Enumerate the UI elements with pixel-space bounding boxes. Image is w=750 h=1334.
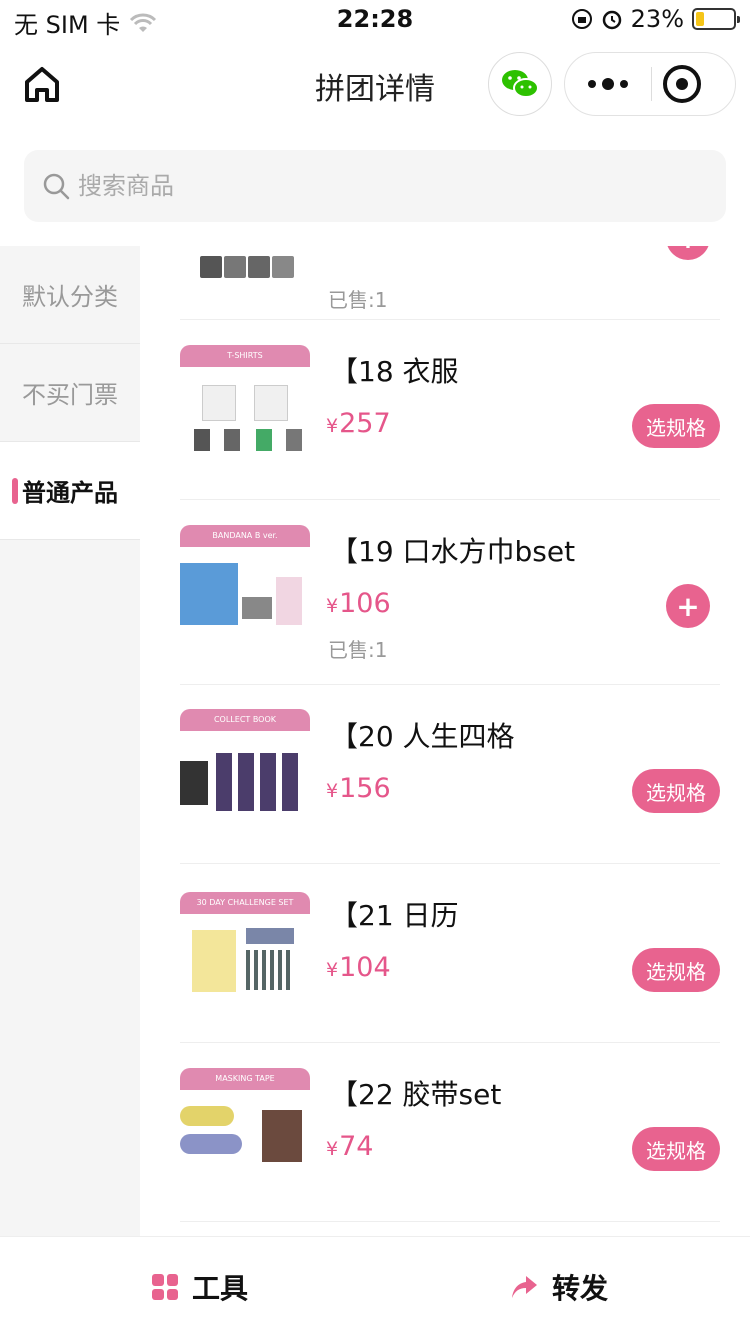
price-value: 156 (339, 773, 391, 804)
product-thumbnail[interactable]: MASKING TAPE (180, 1068, 310, 1198)
currency-symbol: ¥ (326, 415, 339, 437)
thumbnail-label: 30 DAY CHALLENGE SET (180, 892, 310, 914)
category-sidebar: 默认分类 不买门票 普通产品 (0, 246, 140, 1236)
battery-percent: 23% (630, 5, 684, 33)
product-item[interactable]: BANDANA B ver. 【19 口水方巾bset ¥106 已售:1 + (180, 500, 720, 685)
choose-spec-button[interactable]: 选规格 (632, 1127, 720, 1171)
more-button[interactable] (565, 53, 651, 115)
currency-symbol: ¥ (326, 595, 339, 617)
battery-icon (692, 8, 740, 30)
product-name: 【18 衣服 (330, 355, 459, 388)
price-value: 106 (339, 588, 391, 619)
capsule-divider (651, 67, 652, 101)
product-item[interactable]: MASKING TAPE 【22 胶带set ¥74 选规格 (180, 1043, 720, 1222)
thumbnail-label: T-SHIRTS (180, 345, 310, 367)
currency-symbol: ¥ (326, 1138, 339, 1160)
product-thumbnail[interactable]: BANDANA B ver. (180, 525, 310, 655)
mini-program-capsule (564, 52, 736, 116)
thumbnail-label: MASKING TAPE (180, 1068, 310, 1090)
price-value: 74 (339, 1131, 374, 1162)
sidebar-item-label: 普通产品 (22, 479, 118, 507)
currency-symbol: ¥ (326, 780, 339, 802)
choose-spec-button[interactable]: 选规格 (632, 404, 720, 448)
status-right: 23% (571, 5, 740, 33)
thumbnail-label: COLLECT BOOK (180, 709, 310, 731)
tools-button[interactable]: 工具 (152, 1267, 248, 1307)
choose-spec-button[interactable]: 选规格 (632, 769, 720, 813)
wechat-share-button[interactable] (488, 52, 552, 116)
product-item[interactable]: COLLECT BOOK 【20 人生四格 ¥156 选规格 (180, 685, 720, 864)
search-icon (43, 173, 70, 200)
search-input[interactable] (78, 172, 678, 200)
close-mini-program-button[interactable] (663, 65, 701, 103)
product-thumbnail[interactable]: 30 DAY CHALLENGE SET (180, 892, 310, 1022)
product-name: 【22 胶带set (330, 1078, 502, 1111)
choose-spec-button[interactable]: 选规格 (632, 948, 720, 992)
share-button[interactable]: 转发 (510, 1267, 608, 1307)
share-label: 转发 (552, 1272, 609, 1305)
product-sold-count: 已售:1 (328, 288, 388, 312)
product-name: 【21 日历 (330, 899, 459, 932)
product-price: ¥74 (326, 1131, 373, 1162)
status-bar: 无 SIM 卡 22:28 23% (0, 0, 750, 40)
bottom-bar: 工具 转发 (0, 1236, 750, 1334)
product-item[interactable]: T-SHIRTS 【18 衣服 ¥257 选规格 (180, 320, 720, 500)
product-item[interactable]: 已售:1 + (180, 246, 720, 320)
sidebar-item-label: 默认分类 (22, 283, 118, 311)
price-value: 257 (339, 408, 391, 439)
product-price: ¥106 (326, 588, 391, 619)
tools-label: 工具 (192, 1272, 249, 1305)
sidebar-item-regular-products[interactable]: 普通产品 (0, 442, 140, 540)
share-arrow-icon (512, 1276, 537, 1298)
alarm-icon (602, 10, 621, 30)
wechat-icon (502, 70, 539, 98)
product-item[interactable]: 30 DAY CHALLENGE SET 【21 日历 ¥104 选规格 (180, 864, 720, 1043)
product-thumbnail[interactable] (180, 246, 310, 286)
product-sold-count: 已售:1 (328, 638, 388, 662)
battery-fill (696, 12, 705, 26)
rotation-lock-icon (571, 9, 592, 29)
sidebar-item-no-ticket[interactable]: 不买门票 (0, 344, 140, 442)
thumbnail-label: BANDANA B ver. (180, 525, 310, 547)
price-value: 104 (339, 952, 391, 983)
sidebar-item-label: 不买门票 (22, 381, 118, 409)
product-name: 【19 口水方巾bset (330, 535, 576, 568)
product-price: ¥104 (326, 952, 391, 983)
product-price: ¥156 (326, 773, 391, 804)
sidebar-item-default[interactable]: 默认分类 (0, 246, 140, 344)
product-name: 【20 人生四格 (330, 720, 515, 753)
product-thumbnail[interactable]: T-SHIRTS (180, 345, 310, 475)
add-to-cart-button[interactable]: + (666, 246, 710, 260)
product-thumbnail[interactable]: COLLECT BOOK (180, 709, 310, 839)
product-price: ¥257 (326, 408, 391, 439)
product-list[interactable]: 已售:1 + T-SHIRTS 【18 衣服 ¥257 选规格 BANDANA … (180, 246, 720, 1236)
add-to-cart-button[interactable]: + (666, 584, 710, 628)
header: 拼团详情 (0, 40, 750, 130)
currency-symbol: ¥ (326, 959, 339, 981)
search-bar[interactable] (24, 150, 726, 222)
grid-icon (152, 1274, 178, 1300)
